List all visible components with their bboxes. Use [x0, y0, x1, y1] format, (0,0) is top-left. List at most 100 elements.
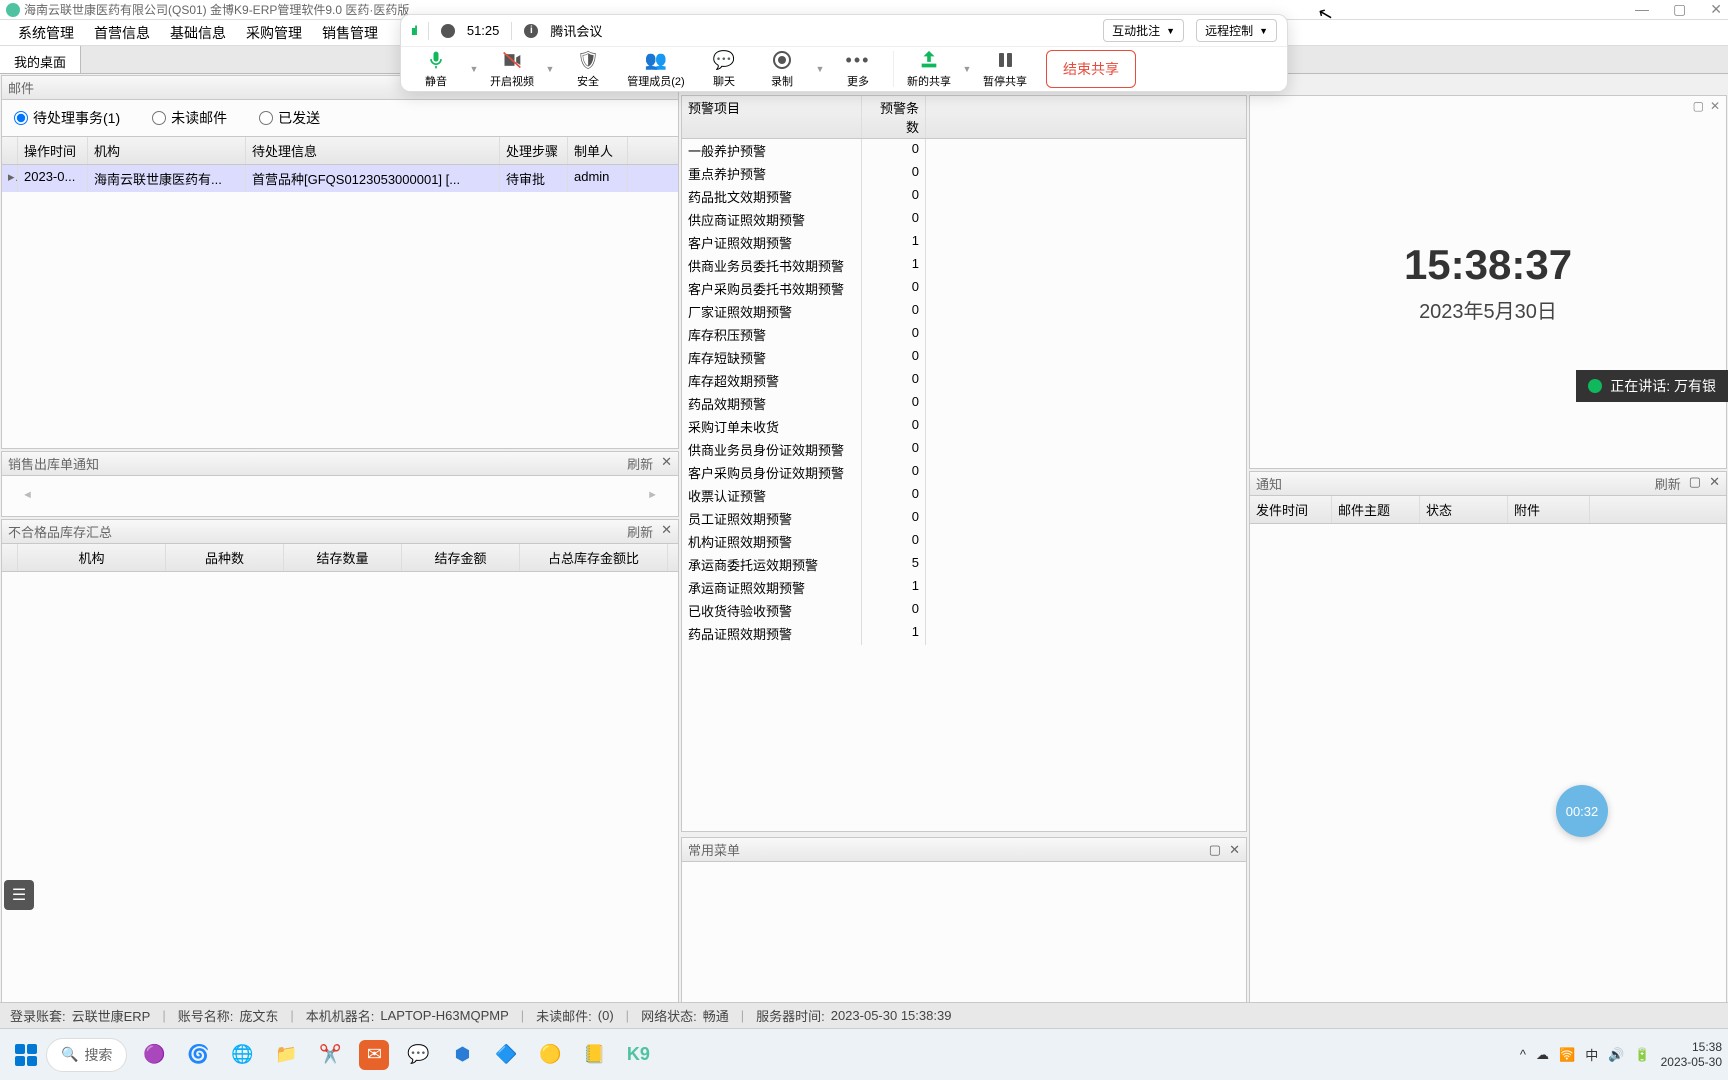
taskbar-app-notepad[interactable]: 📒: [579, 1040, 609, 1070]
filter-sent[interactable]: 已发送: [259, 108, 320, 128]
mute-button[interactable]: 静音: [407, 49, 465, 89]
alert-row[interactable]: 库存短缺预警0: [682, 346, 1246, 369]
more-button[interactable]: ••• 更多: [829, 49, 887, 89]
maximize-button[interactable]: ▢: [1673, 1, 1686, 18]
tab-desktop[interactable]: 我的桌面: [0, 46, 81, 73]
common-close-button[interactable]: ✕: [1229, 842, 1240, 858]
members-button[interactable]: 👥 管理成员(2): [617, 49, 695, 89]
share-chevron[interactable]: ▼: [958, 64, 976, 74]
mail-row[interactable]: ▸ 2023-0... 海南云联世康医药有... 首营品种[GFQS012305…: [2, 165, 678, 192]
sales-refresh-button[interactable]: 刷新: [627, 454, 653, 473]
taskbar-app-mail[interactable]: ✉: [359, 1040, 389, 1070]
sales-close-button[interactable]: ✕: [661, 454, 672, 473]
taskbar-app-k9[interactable]: K9: [623, 1040, 653, 1070]
alert-row[interactable]: 收票认证预警0: [682, 484, 1246, 507]
menu-system[interactable]: 系统管理: [8, 19, 84, 47]
tray-wifi-icon[interactable]: 🛜: [1559, 1047, 1575, 1063]
info-icon[interactable]: i: [524, 24, 538, 38]
filter-pending[interactable]: 待处理事务(1): [14, 108, 120, 128]
notice-max-button[interactable]: ▢: [1689, 474, 1701, 493]
tray-volume-icon[interactable]: 🔊: [1608, 1047, 1624, 1063]
taskbar-app-copilot[interactable]: 🟣: [139, 1040, 169, 1070]
security-button[interactable]: 🛡 安全: [559, 49, 617, 89]
slide-menu-icon[interactable]: ☰: [4, 880, 34, 910]
taskbar-app-snip[interactable]: ✂️: [315, 1040, 345, 1070]
remote-dropdown[interactable]: 远程控制 ▼: [1196, 19, 1277, 42]
tray-battery-icon[interactable]: 🔋: [1634, 1047, 1650, 1063]
taskbar-app-wechat[interactable]: 💬: [403, 1040, 433, 1070]
chevron-down-icon: ▼: [1166, 26, 1175, 36]
start-button[interactable]: [6, 1035, 46, 1075]
annotate-label: 互动批注: [1112, 22, 1160, 39]
chat-button[interactable]: 💬 聊天: [695, 49, 753, 89]
taskbar-app-explorer[interactable]: 📁: [271, 1040, 301, 1070]
alert-row[interactable]: 药品批文效期预警0: [682, 185, 1246, 208]
sales-title: 销售出库单通知: [8, 454, 99, 473]
tray-chevron-icon[interactable]: ^: [1520, 1047, 1526, 1062]
timer-bubble[interactable]: 00:32: [1556, 785, 1608, 837]
video-button[interactable]: 开启视频: [483, 49, 541, 89]
shield-icon: 🛡: [577, 49, 599, 71]
remote-label: 远程控制: [1205, 22, 1253, 39]
menu-first[interactable]: 首营信息: [84, 19, 160, 47]
tray-onedrive-icon[interactable]: ☁: [1536, 1047, 1549, 1063]
alert-row[interactable]: 机构证照效期预警0: [682, 530, 1246, 553]
taskbar[interactable]: 🔍 搜索 🟣 🌀 🌐 📁 ✂️ ✉ 💬 ⬢ 🔷 🟡 📒 K9 ^ ☁ 🛜 中 🔊…: [0, 1028, 1728, 1080]
new-share-button[interactable]: 新的共享: [900, 49, 958, 89]
alert-row[interactable]: 已收货待验收预警0: [682, 599, 1246, 622]
tray-clock[interactable]: 15:38 2023-05-30: [1661, 1040, 1722, 1069]
alert-row[interactable]: 承运商委托运效期预警5: [682, 553, 1246, 576]
alert-row[interactable]: 重点养护预警0: [682, 162, 1246, 185]
alert-row[interactable]: 客户采购员委托书效期预警0: [682, 277, 1246, 300]
end-share-button[interactable]: 结束共享: [1046, 50, 1136, 88]
record-button[interactable]: 录制: [753, 49, 811, 89]
notice-refresh-button[interactable]: 刷新: [1655, 474, 1681, 493]
notice-close-button[interactable]: ✕: [1709, 474, 1720, 493]
close-button[interactable]: ✕: [1710, 1, 1722, 18]
alert-row[interactable]: 客户采购员身份证效期预警0: [682, 461, 1246, 484]
alert-row[interactable]: 一般养护预警0: [682, 139, 1246, 162]
alert-row[interactable]: 药品效期预警0: [682, 392, 1246, 415]
alert-row[interactable]: 承运商证照效期预警1: [682, 576, 1246, 599]
video-chevron[interactable]: ▼: [541, 64, 559, 74]
taskbar-app-edge[interactable]: 🌐: [227, 1040, 257, 1070]
alert-row[interactable]: 采购订单未收货0: [682, 415, 1246, 438]
alert-row[interactable]: 供应商证照效期预警0: [682, 208, 1246, 231]
annotate-dropdown[interactable]: 互动批注 ▼: [1103, 19, 1184, 42]
alert-row[interactable]: 厂家证照效期预警0: [682, 300, 1246, 323]
alert-row[interactable]: 库存积压预警0: [682, 323, 1246, 346]
taskbar-app-5[interactable]: ⬢: [447, 1040, 477, 1070]
video-off-icon: [501, 49, 523, 71]
clock-max-button[interactable]: ▢: [1693, 99, 1704, 113]
mute-chevron[interactable]: ▼: [465, 64, 483, 74]
pause-share-button[interactable]: 暂停共享: [976, 49, 1034, 89]
alert-row[interactable]: 客户证照效期预警1: [682, 231, 1246, 254]
speaking-indicator: 正在讲话: 万有银: [1576, 370, 1728, 402]
alert-panel: 预警项目 预警条数 一般养护预警0重点养护预警0药品批文效期预警0供应商证照效期…: [681, 95, 1247, 832]
alert-row[interactable]: 库存超效期预警0: [682, 369, 1246, 392]
record-chevron[interactable]: ▼: [811, 64, 829, 74]
meeting-name: 腾讯会议: [550, 21, 602, 40]
alert-row[interactable]: 供商业务员身份证效期预警0: [682, 438, 1246, 461]
alert-row[interactable]: 供商业务员委托书效期预警1: [682, 254, 1246, 277]
taskbar-app-6[interactable]: 🔷: [491, 1040, 521, 1070]
menu-sales[interactable]: 销售管理: [312, 19, 388, 47]
taskbar-app-chrome[interactable]: 🟡: [535, 1040, 565, 1070]
alert-row[interactable]: 员工证照效期预警0: [682, 507, 1246, 530]
system-tray[interactable]: ^ ☁ 🛜 中 🔊 🔋 15:38 2023-05-30: [1520, 1040, 1722, 1069]
defect-refresh-button[interactable]: 刷新: [627, 522, 653, 541]
alert-row[interactable]: 药品证照效期预警1: [682, 622, 1246, 645]
menu-purchase[interactable]: 采购管理: [236, 19, 312, 47]
filter-unread[interactable]: 未读邮件: [152, 108, 227, 128]
tray-ime[interactable]: 中: [1585, 1045, 1598, 1064]
taskbar-search[interactable]: 🔍 搜索: [46, 1038, 127, 1072]
defect-close-button[interactable]: ✕: [661, 522, 672, 541]
common-max-button[interactable]: ▢: [1209, 842, 1221, 858]
notice-title: 通知: [1256, 474, 1282, 493]
menu-basic[interactable]: 基础信息: [160, 19, 236, 47]
taskbar-app-1[interactable]: 🌀: [183, 1040, 213, 1070]
clock-close-button[interactable]: ✕: [1710, 99, 1720, 113]
sales-scrollbar[interactable]: ◄►: [2, 476, 678, 514]
minimize-button[interactable]: —: [1635, 1, 1649, 18]
search-icon: 🔍: [61, 1046, 78, 1063]
